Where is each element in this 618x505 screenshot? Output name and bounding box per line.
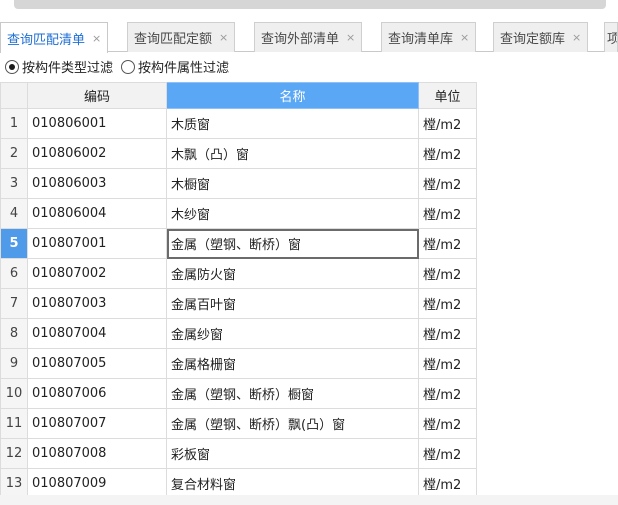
name-cell[interactable]: 木纱窗 xyxy=(166,198,419,229)
tab-overflow[interactable]: 项 xyxy=(604,22,618,52)
unit-cell[interactable]: 樘/m2 xyxy=(418,348,477,379)
table-row[interactable]: 4 010806004 木纱窗 樘/m2 xyxy=(0,198,477,229)
tab-query-match-quota[interactable]: 查询匹配定额 × xyxy=(127,22,236,52)
name-cell[interactable]: 木橱窗 xyxy=(166,168,419,199)
tab-label: 查询匹配清单 xyxy=(7,32,86,48)
row-index[interactable]: 1 xyxy=(0,108,28,139)
unit-cell[interactable]: 樘/m2 xyxy=(418,228,477,259)
row-index[interactable]: 5 xyxy=(0,228,28,259)
bottom-area xyxy=(0,495,618,505)
name-cell[interactable]: 金属防火窗 xyxy=(166,258,419,289)
tab-label: 查询定额库 xyxy=(500,32,566,47)
table-row[interactable]: 13 010807009 复合材料窗 樘/m2 xyxy=(0,468,477,499)
row-index[interactable]: 7 xyxy=(0,288,28,319)
unit-cell[interactable]: 樘/m2 xyxy=(418,108,477,139)
top-scrollbar-area xyxy=(0,0,618,14)
code-cell[interactable]: 010806001 xyxy=(27,108,167,139)
close-icon[interactable]: × xyxy=(92,32,101,45)
code-cell[interactable]: 010807008 xyxy=(27,438,167,469)
name-cell[interactable]: 彩板窗 xyxy=(166,438,419,469)
table-row[interactable]: 1 010806001 木质窗 樘/m2 xyxy=(0,108,477,139)
table-row[interactable]: 2 010806002 木飘（凸）窗 樘/m2 xyxy=(0,138,477,169)
code-cell[interactable]: 010807005 xyxy=(27,348,167,379)
row-index[interactable]: 11 xyxy=(0,408,28,439)
header-index xyxy=(0,82,28,109)
tab-query-list-library[interactable]: 查询清单库 × xyxy=(381,22,477,52)
code-cell[interactable]: 010807002 xyxy=(27,258,167,289)
code-cell[interactable]: 010806004 xyxy=(27,198,167,229)
row-index[interactable]: 9 xyxy=(0,348,28,379)
unit-cell[interactable]: 樘/m2 xyxy=(418,318,477,349)
table-row[interactable]: 3 010806003 木橱窗 樘/m2 xyxy=(0,168,477,199)
table-row[interactable]: 11 010807007 金属（塑钢、断桥）飘(凸）窗 樘/m2 xyxy=(0,408,477,439)
name-cell[interactable]: 金属（塑钢、断桥）窗 xyxy=(166,228,419,259)
unit-cell[interactable]: 樘/m2 xyxy=(418,378,477,409)
header-unit[interactable]: 单位 xyxy=(418,82,477,109)
name-cell[interactable]: 金属纱窗 xyxy=(166,318,419,349)
code-cell[interactable]: 010807009 xyxy=(27,468,167,499)
code-cell[interactable]: 010806003 xyxy=(27,168,167,199)
filter-by-attr-label: 按构件属性过滤 xyxy=(138,61,230,76)
close-icon[interactable]: × xyxy=(460,31,469,44)
row-index[interactable]: 4 xyxy=(0,198,28,229)
name-cell[interactable]: 木飘（凸）窗 xyxy=(166,138,419,169)
radio-unchecked-icon[interactable] xyxy=(121,59,136,74)
tab-label: 查询外部清单 xyxy=(261,32,340,47)
unit-cell[interactable]: 樘/m2 xyxy=(418,438,477,469)
row-index[interactable]: 6 xyxy=(0,258,28,289)
tab-query-match-list[interactable]: 查询匹配清单 × xyxy=(0,22,109,53)
unit-cell[interactable]: 樘/m2 xyxy=(418,168,477,199)
tab-label: 项 xyxy=(607,28,617,47)
close-icon[interactable]: × xyxy=(572,31,581,44)
filter-by-attr-radio[interactable]: 按构件属性过滤 xyxy=(121,57,229,76)
header-name[interactable]: 名称 xyxy=(166,82,419,109)
row-index[interactable]: 8 xyxy=(0,318,28,349)
code-cell[interactable]: 010807007 xyxy=(27,408,167,439)
unit-cell[interactable]: 樘/m2 xyxy=(418,468,477,499)
row-index[interactable]: 3 xyxy=(0,168,28,199)
header-code[interactable]: 编码 xyxy=(27,82,167,109)
horizontal-scrollbar[interactable] xyxy=(14,0,606,9)
filter-by-type-label: 按构件类型过滤 xyxy=(22,61,114,76)
unit-cell[interactable]: 樘/m2 xyxy=(418,288,477,319)
code-cell[interactable]: 010807004 xyxy=(27,318,167,349)
code-cell[interactable]: 010807006 xyxy=(27,378,167,409)
tab-label: 查询匹配定额 xyxy=(134,32,213,47)
name-cell[interactable]: 金属百叶窗 xyxy=(166,288,419,319)
name-cell[interactable]: 复合材料窗 xyxy=(166,468,419,499)
tab-strip: 查询匹配清单 × 查询匹配定额 × 查询外部清单 × 查询清单库 × 查询定额库… xyxy=(0,22,618,53)
table-row[interactable]: 10 010807006 金属（塑钢、断桥）橱窗 樘/m2 xyxy=(0,378,477,409)
table-row[interactable]: 9 010807005 金属格栅窗 樘/m2 xyxy=(0,348,477,379)
filter-by-type-radio[interactable]: 按构件类型过滤 xyxy=(5,57,113,76)
table-row[interactable]: 6 010807002 金属防火窗 樘/m2 xyxy=(0,258,477,289)
tab-query-external-list[interactable]: 查询外部清单 × xyxy=(254,22,363,52)
tab-query-quota-library[interactable]: 查询定额库 × xyxy=(493,22,589,52)
name-cell[interactable]: 金属格栅窗 xyxy=(166,348,419,379)
name-cell[interactable]: 金属（塑钢、断桥）橱窗 xyxy=(166,378,419,409)
code-cell[interactable]: 010807001 xyxy=(27,228,167,259)
unit-cell[interactable]: 樘/m2 xyxy=(418,258,477,289)
match-list-table: 编码 名称 单位 1 010806001 木质窗 樘/m2 2 010806002 木飘（凸… xyxy=(0,82,477,499)
row-index[interactable]: 12 xyxy=(0,438,28,469)
row-index[interactable]: 2 xyxy=(0,138,28,169)
table-row[interactable]: 7 010807003 金属百叶窗 樘/m2 xyxy=(0,288,477,319)
name-cell[interactable]: 木质窗 xyxy=(166,108,419,139)
code-cell[interactable]: 010806002 xyxy=(27,138,167,169)
close-icon[interactable]: × xyxy=(219,31,228,44)
row-index[interactable]: 13 xyxy=(0,468,28,499)
unit-cell[interactable]: 樘/m2 xyxy=(418,408,477,439)
name-cell[interactable]: 金属（塑钢、断桥）飘(凸）窗 xyxy=(166,408,419,439)
table-header-row: 编码 名称 单位 xyxy=(0,82,477,109)
close-icon[interactable]: × xyxy=(346,31,355,44)
code-cell[interactable]: 010807003 xyxy=(27,288,167,319)
table-row[interactable]: 8 010807004 金属纱窗 樘/m2 xyxy=(0,318,477,349)
unit-cell[interactable]: 樘/m2 xyxy=(418,138,477,169)
tab-label: 查询清单库 xyxy=(388,32,454,47)
unit-cell[interactable]: 樘/m2 xyxy=(418,198,477,229)
row-index[interactable]: 10 xyxy=(0,378,28,409)
radio-checked-icon[interactable] xyxy=(5,59,19,74)
filter-options: 按构件类型过滤 按构件属性过滤 xyxy=(0,53,618,80)
table-row[interactable]: 12 010807008 彩板窗 樘/m2 xyxy=(0,438,477,469)
table-row[interactable]: 5 010807001 金属（塑钢、断桥）窗 樘/m2 xyxy=(0,228,477,259)
